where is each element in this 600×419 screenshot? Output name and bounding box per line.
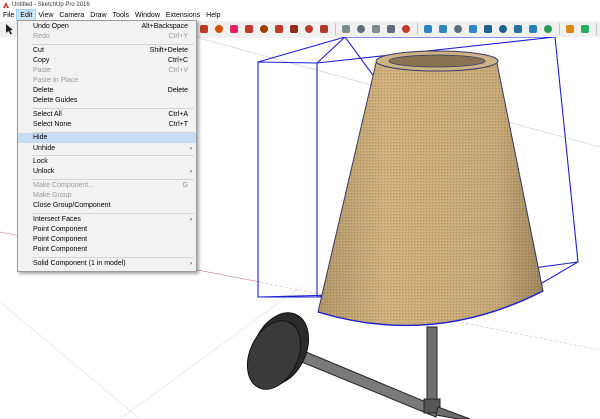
geo-location-icon[interactable] xyxy=(579,23,592,35)
menu-item-select-none[interactable]: Select None Ctrl+T xyxy=(18,120,196,130)
orbit-icon[interactable] xyxy=(437,23,450,35)
follow-me-icon[interactable] xyxy=(288,23,301,35)
menu-item-undo-open[interactable]: Undo Open Alt+Backspace xyxy=(18,22,196,32)
menu-item-make-component[interactable]: Make Component... G xyxy=(18,181,196,191)
3d-text-icon[interactable] xyxy=(422,23,435,35)
select-tool-icon[interactable] xyxy=(4,23,16,35)
menu-separator xyxy=(32,44,194,45)
move-icon[interactable] xyxy=(243,23,256,35)
section-plane-icon[interactable] xyxy=(564,23,577,35)
offset-icon[interactable] xyxy=(318,23,331,35)
menu-separator xyxy=(32,155,194,156)
title-bar: Untitled - SketchUp Pro 2016 xyxy=(0,0,600,10)
walk-icon[interactable] xyxy=(527,23,540,35)
menu-item-hide[interactable]: Hide xyxy=(18,133,196,143)
menu-item-redo[interactable]: Redo Ctrl+Y xyxy=(18,32,196,42)
paint-bucket-icon[interactable] xyxy=(213,23,226,35)
pan-icon[interactable] xyxy=(452,23,465,35)
menu-item-cut[interactable]: Cut Shift+Delete xyxy=(18,46,196,56)
rotate-icon[interactable] xyxy=(273,23,286,35)
menu-item-point-component[interactable]: Point Component xyxy=(18,235,196,245)
menu-item-select-all[interactable]: Select All Ctrl+A xyxy=(18,110,196,120)
lamp-shade[interactable] xyxy=(317,50,544,327)
edit-menu-dropdown: Undo Open Alt+Backspace Redo Ctrl+Y Cut Shi… xyxy=(17,20,197,272)
sketchup-logo-icon xyxy=(3,2,9,8)
protractor-icon[interactable] xyxy=(370,23,383,35)
menu-item-lock[interactable]: Lock xyxy=(18,157,196,167)
wall-mount-plate[interactable] xyxy=(237,304,320,398)
toolbar-separator xyxy=(335,23,336,35)
menu-item-point-component[interactable]: Point Component xyxy=(18,245,196,255)
component-icon[interactable] xyxy=(198,23,211,35)
zoom-extents-icon[interactable] xyxy=(497,23,510,35)
toolbar-separator xyxy=(559,23,560,35)
submenu-arrow-icon: › xyxy=(190,146,192,152)
zoom-window-icon[interactable] xyxy=(482,23,495,35)
menu-item-unlock[interactable]: Unlock › xyxy=(18,167,196,177)
menu-item-make-group[interactable]: Make Group xyxy=(18,191,196,201)
toolbar-separator xyxy=(596,23,597,35)
menu-help[interactable]: Help xyxy=(203,10,223,21)
menu-file[interactable]: File xyxy=(0,10,17,21)
menu-item-delete-guides[interactable]: Delete Guides xyxy=(18,96,196,106)
menu-item-paste-in-place[interactable]: Paste In Place xyxy=(18,76,196,86)
menu-item-solid-component[interactable]: Solid Component (1 in model) › xyxy=(18,259,196,269)
toolbar-separator xyxy=(417,23,418,35)
tape-measure-icon[interactable] xyxy=(340,23,353,35)
menu-separator xyxy=(32,213,194,214)
menu-separator xyxy=(32,179,194,180)
menu-separator xyxy=(32,257,194,258)
look-around-icon[interactable] xyxy=(542,23,555,35)
menu-item-delete[interactable]: Delete Delete xyxy=(18,86,196,96)
menu-item-unhide[interactable]: Unhide › xyxy=(18,144,196,154)
text-icon[interactable] xyxy=(385,23,398,35)
axes-icon[interactable] xyxy=(400,23,413,35)
dimension-icon[interactable] xyxy=(355,23,368,35)
position-camera-icon[interactable] xyxy=(512,23,525,35)
menu-item-paste[interactable]: Paste Ctrl+V xyxy=(18,66,196,76)
menu-item-close-group[interactable]: Close Group/Component xyxy=(18,201,196,211)
zoom-icon[interactable] xyxy=(467,23,480,35)
toolbar-icon-strip xyxy=(198,23,600,35)
scale-icon[interactable] xyxy=(303,23,316,35)
menu-item-copy[interactable]: Copy Ctrl+C xyxy=(18,56,196,66)
submenu-arrow-icon: › xyxy=(190,169,192,175)
window-title: Untitled - SketchUp Pro 2016 xyxy=(12,2,90,8)
eraser-icon[interactable] xyxy=(228,23,241,35)
submenu-arrow-icon: › xyxy=(190,261,192,267)
submenu-arrow-icon: › xyxy=(190,217,192,223)
menu-item-intersect-faces[interactable]: Intersect Faces › xyxy=(18,215,196,225)
push-pull-icon[interactable] xyxy=(258,23,271,35)
menu-separator xyxy=(32,108,194,109)
menu-item-point-component[interactable]: Point Component xyxy=(18,225,196,235)
